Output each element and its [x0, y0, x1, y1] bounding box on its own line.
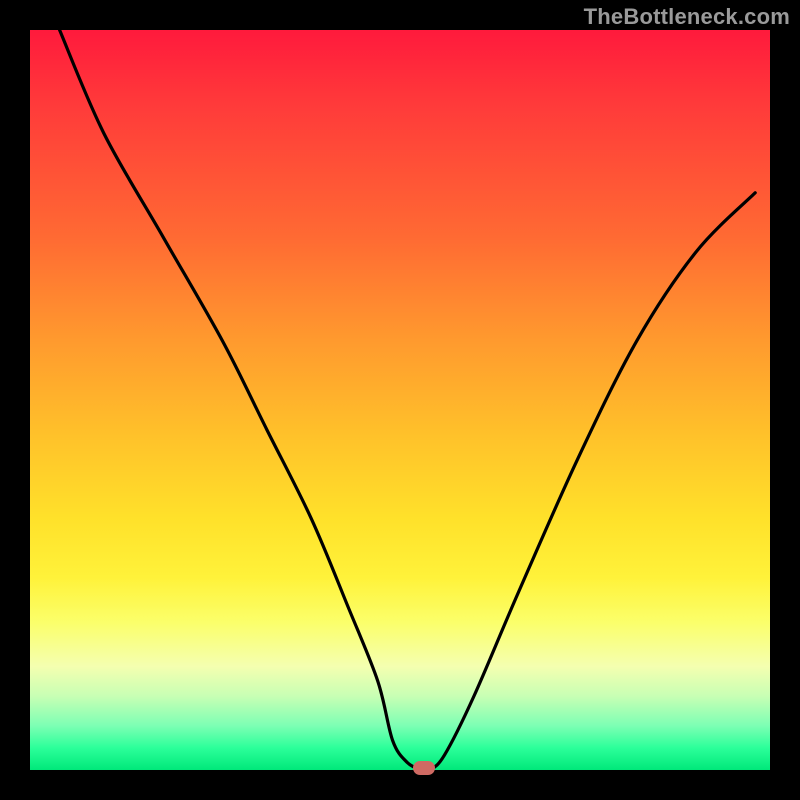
- bottleneck-curve: [30, 30, 770, 770]
- minimum-marker: [413, 761, 435, 775]
- chart-frame: TheBottleneck.com: [0, 0, 800, 800]
- attribution-text: TheBottleneck.com: [584, 4, 790, 30]
- plot-area: [30, 30, 770, 770]
